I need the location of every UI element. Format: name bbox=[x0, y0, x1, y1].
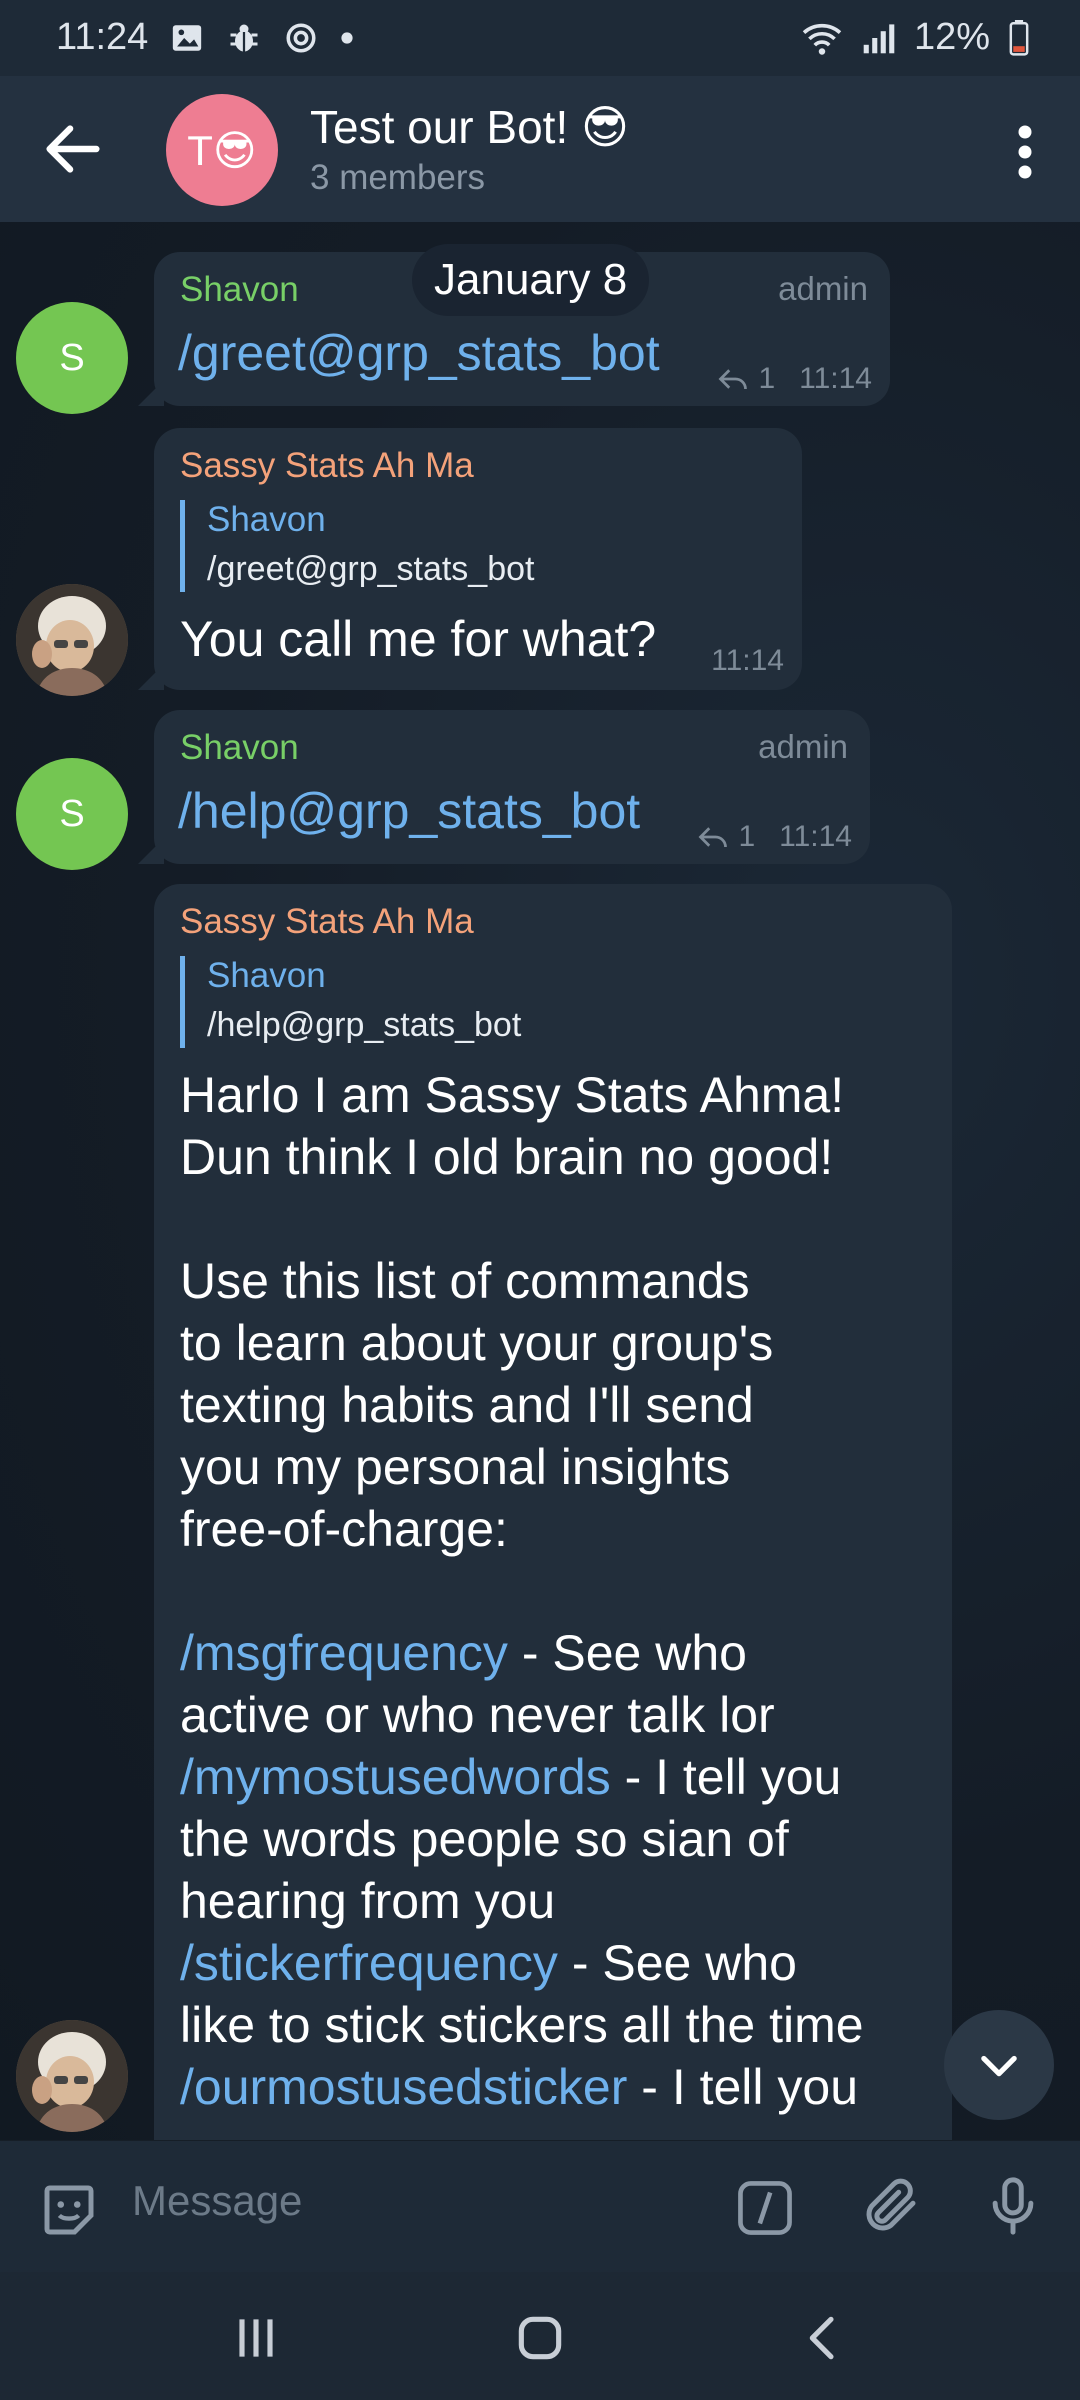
avatar[interactable]: S bbox=[16, 302, 128, 414]
reply-arrow-icon bbox=[719, 369, 748, 390]
text-line: /msgfrequency - See who bbox=[180, 1622, 940, 1684]
group-avatar[interactable]: T😎 bbox=[166, 94, 278, 206]
reply-quote[interactable]: Shavon /greet@grp_stats_bot bbox=[180, 500, 534, 592]
message-bubble[interactable]: Sassy Stats Ah Ma Shavon /greet@grp_stat… bbox=[154, 428, 802, 690]
admin-badge: admin bbox=[758, 728, 848, 765]
composer: Message bbox=[0, 2140, 1080, 2273]
text-line: Dun think I old brain no good! bbox=[180, 1129, 834, 1185]
battery-percent: 12% bbox=[913, 16, 990, 58]
bug-icon bbox=[230, 24, 258, 51]
microphone-icon[interactable] bbox=[980, 2171, 1046, 2241]
group-avatar-label: T😎 bbox=[187, 126, 257, 174]
message-text: You call me for what? bbox=[180, 611, 657, 667]
command-desc: - See who bbox=[507, 1625, 747, 1681]
reply-count[interactable]: 1 bbox=[738, 820, 755, 854]
text-line: free-of-charge: bbox=[180, 1501, 508, 1557]
sticker-emoji-icon[interactable] bbox=[36, 2177, 102, 2243]
text-line: the words people so sian of bbox=[180, 1811, 789, 1867]
text-line: /ourmostusedsticker - I tell you bbox=[180, 2056, 940, 2118]
signal-icon bbox=[863, 23, 895, 53]
status-time: 11:24 bbox=[56, 16, 149, 58]
avatar-letter: S bbox=[59, 336, 85, 379]
sender-name[interactable]: Shavon bbox=[180, 728, 299, 768]
command-link[interactable]: /mymostusedwords bbox=[180, 1749, 611, 1805]
command-link[interactable]: /help@grp_stats_bot bbox=[178, 782, 640, 840]
reply-quote[interactable]: Shavon /help@grp_stats_bot bbox=[180, 956, 521, 1048]
grandma-avatar-image bbox=[16, 584, 128, 696]
text-line: Harlo I am Sassy Stats Ahma! bbox=[180, 1067, 845, 1123]
command-desc: - See who bbox=[557, 1935, 797, 1991]
sender-name[interactable]: Shavon bbox=[180, 270, 299, 310]
message-time: 11:14 bbox=[799, 362, 872, 395]
message-time: 11:14 bbox=[779, 820, 852, 853]
reply-quote-text: /greet@grp_stats_bot bbox=[207, 550, 535, 588]
command-link[interactable]: /ourmostusedsticker bbox=[180, 2059, 627, 2115]
sender-name[interactable]: Sassy Stats Ah Ma bbox=[180, 902, 474, 942]
message-list[interactable]: S Shavon admin /greet@grp_stats_bot 1 11… bbox=[0, 222, 1080, 2140]
home-icon[interactable] bbox=[510, 2310, 570, 2366]
chat-title[interactable]: Test our Bot! 😎 bbox=[310, 100, 629, 154]
message-meta: 1 11:14 bbox=[718, 362, 872, 396]
message-text: Harlo I am Sassy Stats Ahma! Dun think I… bbox=[180, 1064, 940, 2118]
attach-icon[interactable] bbox=[858, 2173, 924, 2239]
avatar[interactable]: S bbox=[16, 758, 128, 870]
text-line: texting habits and I'll send bbox=[180, 1377, 754, 1433]
message-bubble[interactable]: Sassy Stats Ah Ma Shavon /help@grp_stats… bbox=[154, 884, 952, 2140]
member-count: 3 members bbox=[310, 158, 486, 197]
command-link[interactable]: /greet@grp_stats_bot bbox=[178, 324, 660, 382]
message-meta: 11:14 bbox=[711, 644, 784, 678]
text-line: active or who never talk lor bbox=[180, 1687, 775, 1743]
grandma-avatar-image bbox=[16, 2020, 128, 2132]
dot-icon bbox=[341, 31, 353, 44]
chat-header: T😎 Test our Bot! 😎 3 members bbox=[0, 76, 1080, 223]
text-line: /stickerfrequency - See who bbox=[180, 1932, 940, 1994]
bot-commands-icon[interactable] bbox=[734, 2177, 796, 2239]
sync-icon bbox=[286, 22, 316, 53]
reply-quote-name: Shavon bbox=[207, 956, 326, 995]
text-line: you my personal insights bbox=[180, 1439, 731, 1495]
avatar[interactable] bbox=[16, 2020, 128, 2132]
reply-count[interactable]: 1 bbox=[758, 362, 775, 396]
back-arrow-icon[interactable] bbox=[38, 114, 108, 184]
sender-name[interactable]: Sassy Stats Ah Ma bbox=[180, 446, 474, 486]
text-line: hearing from you bbox=[180, 1873, 556, 1929]
wifi-icon bbox=[802, 23, 842, 55]
recent-apps-icon[interactable] bbox=[226, 2310, 286, 2366]
text-line: to learn about your group's bbox=[180, 1315, 774, 1371]
date-divider: January 8 bbox=[412, 244, 650, 316]
more-options-icon[interactable] bbox=[1000, 122, 1050, 182]
scroll-down-button[interactable] bbox=[944, 2010, 1054, 2120]
system-nav-bar bbox=[0, 2272, 1080, 2400]
battery-icon bbox=[1009, 19, 1029, 56]
avatar[interactable] bbox=[16, 584, 128, 696]
reply-arrow-icon bbox=[699, 827, 728, 848]
nav-back-icon[interactable] bbox=[794, 2310, 854, 2366]
reply-quote-text: /help@grp_stats_bot bbox=[207, 1006, 522, 1044]
reply-quote-name: Shavon bbox=[207, 500, 326, 539]
message-bubble[interactable]: Shavon admin /help@grp_stats_bot 1 11:14 bbox=[154, 710, 870, 864]
command-link[interactable]: /msgfrequency bbox=[180, 1625, 508, 1681]
message-input[interactable]: Message bbox=[132, 2177, 302, 2225]
chevron-down-icon bbox=[981, 2055, 1017, 2077]
command-desc: - I tell you bbox=[627, 2059, 859, 2115]
text-line: like to stick stickers all the time bbox=[180, 1997, 864, 2053]
message-meta: 1 11:14 bbox=[698, 820, 852, 854]
gallery-icon bbox=[173, 24, 202, 51]
command-link[interactable]: /stickerfrequency bbox=[180, 1935, 558, 1991]
status-bar: 11:24 12% bbox=[0, 0, 1080, 76]
text-line: Use this list of commands bbox=[180, 1253, 750, 1309]
text-line: /mymostusedwords - I tell you bbox=[180, 1746, 940, 1808]
message-time: 11:14 bbox=[711, 644, 784, 677]
command-desc: - I tell you bbox=[610, 1749, 842, 1805]
avatar-letter: S bbox=[59, 792, 85, 835]
admin-badge: admin bbox=[778, 270, 868, 307]
